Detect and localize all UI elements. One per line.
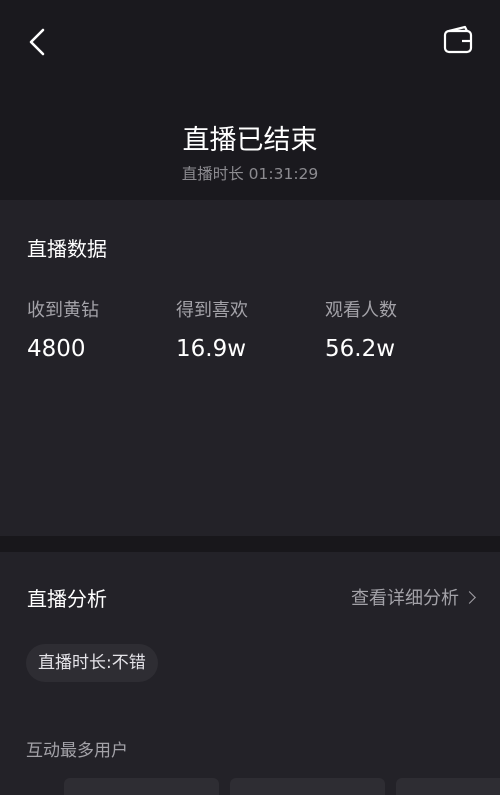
live-analysis-title: 直播分析 [27,587,107,611]
live-analysis-card: 直播分析 查看详细分析 直播时长:不错 互动最多用户 [0,552,500,795]
stat-value: 4800 [27,336,86,362]
stat-value: 56.2w [325,336,396,362]
detail-link-label: 查看详细分析 [351,588,459,609]
top-user-card[interactable] [396,778,500,795]
stat-label: 得到喜欢 [176,300,248,321]
top-users-heading: 互动最多用户 [26,741,128,761]
live-ended-page: 直播已结束 直播时长 01:31:29 直播数据 收到黄钻 4800 得到喜欢 … [0,0,500,795]
duration-rating-tag: 直播时长:不错 [26,644,158,682]
stat-label: 观看人数 [325,300,397,321]
wallet-button[interactable] [438,24,478,60]
stat-value: 16.9w [176,336,247,362]
top-user-card[interactable] [64,778,219,795]
stat-label: 收到黄钻 [27,300,99,321]
header: 直播已结束 直播时长 01:31:29 [0,0,500,200]
top-user-card[interactable] [230,778,385,795]
chevron-right-icon [463,591,476,604]
wallet-icon [443,25,473,54]
back-arrow-icon [29,28,45,56]
live-data-title: 直播数据 [27,237,107,261]
stat-likes: 得到喜欢 16.9w [176,296,248,362]
stat-viewers: 观看人数 56.2w [325,296,397,362]
live-data-card: 直播数据 收到黄钻 4800 得到喜欢 16.9w 观看人数 56.2w [0,200,500,536]
back-button[interactable] [18,22,58,62]
live-duration: 直播时长 01:31:29 [181,165,319,183]
page-title: 直播已结束 [182,125,318,156]
stat-yellow-diamonds: 收到黄钻 4800 [27,296,99,362]
view-detailed-analysis-link[interactable]: 查看详细分析 [351,584,476,610]
section-divider [0,536,500,552]
